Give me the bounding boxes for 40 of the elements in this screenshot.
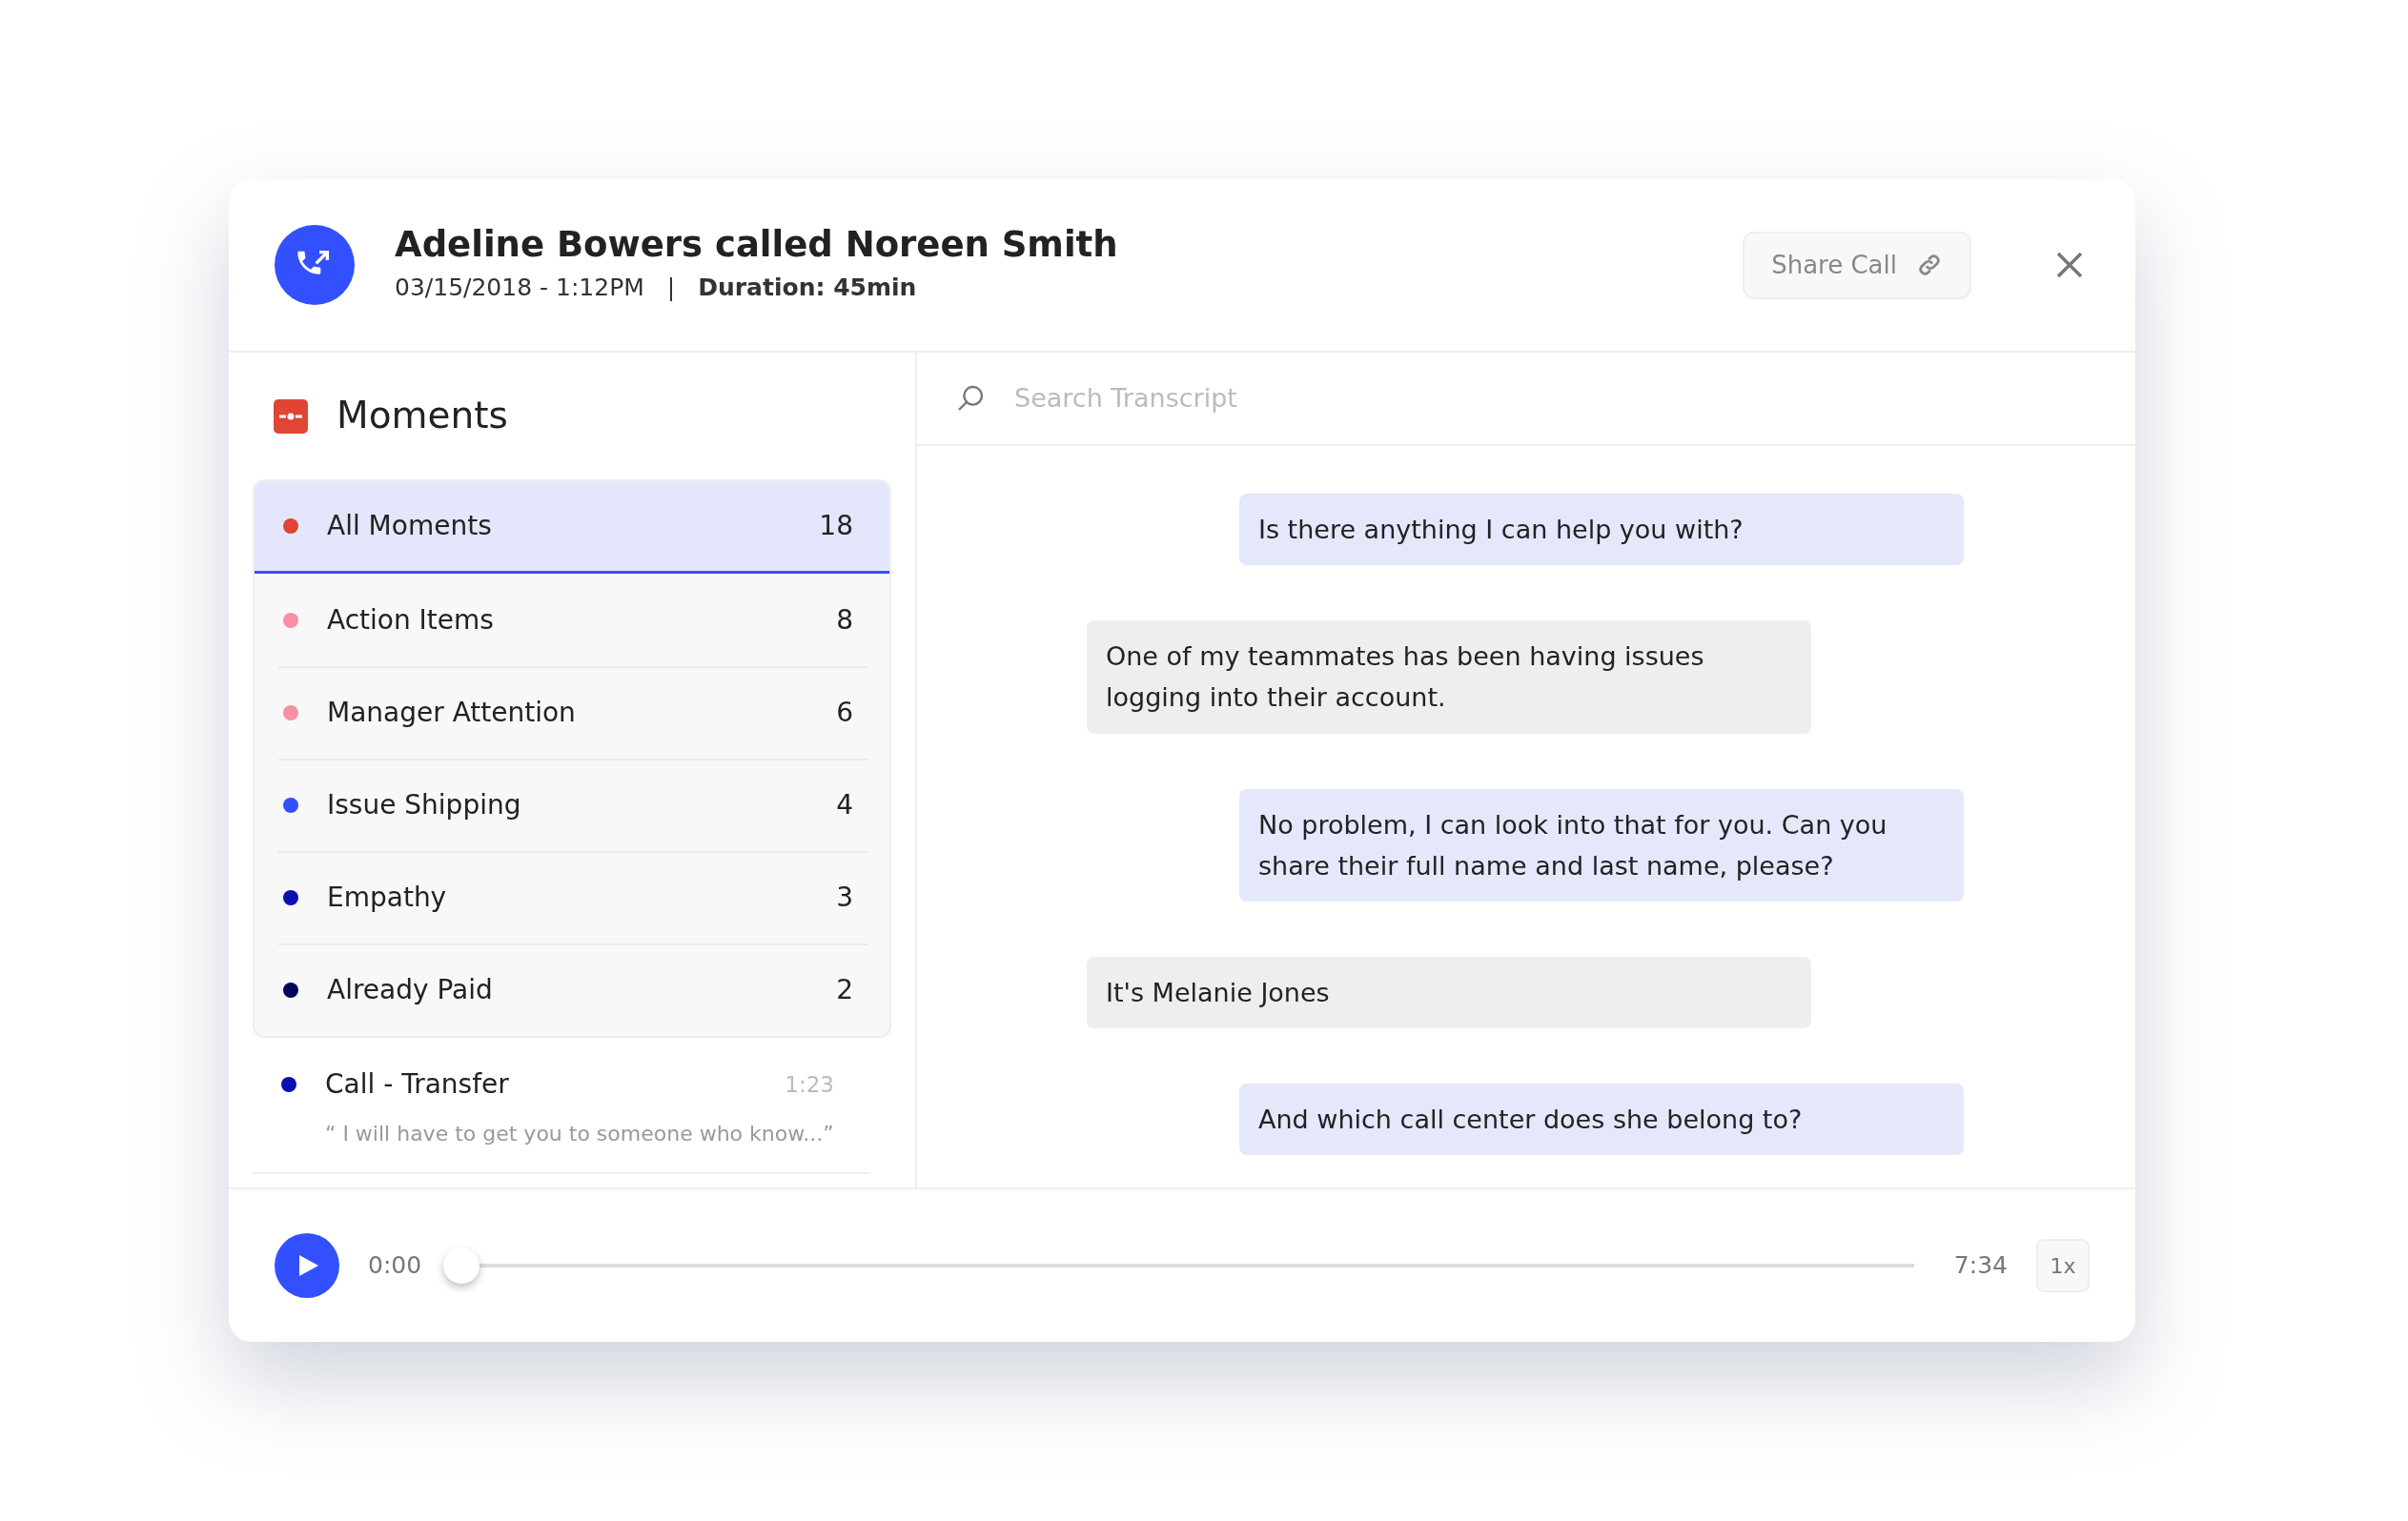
message-bubble: Is there anything I can help you with?: [1239, 494, 1964, 566]
total-time: 7:34: [1953, 1250, 2008, 1282]
moments-icon: [274, 398, 308, 434]
moment-count: 3: [836, 880, 853, 915]
moment-label: All Moments: [327, 509, 493, 543]
clip-label: Call - Transfer: [325, 1067, 510, 1102]
message-bubble: No problem, I can look into that for you. Can you share their full name and last name, please?: [1239, 788, 1964, 902]
moment-item[interactable]: Action Items 8: [255, 574, 889, 666]
play-icon: [297, 1253, 320, 1278]
clip-item[interactable]: Call - Transfer 1:23 “ I will have to get you to someone who know...”: [253, 1038, 870, 1174]
moment-label: Action Items: [327, 602, 495, 638]
message-bubble: One of my teammates has been having issues logging into their account.: [1087, 620, 1811, 734]
moment-item[interactable]: Already Paid 2: [255, 943, 889, 1036]
clip-time: 1:23: [785, 1070, 834, 1099]
search-field[interactable]: Search Transcript: [1012, 377, 2097, 419]
moment-count: 8: [836, 602, 853, 638]
message-bubble: It's Melanie Jones: [1087, 956, 1811, 1029]
panel-title: Moments: [337, 393, 508, 439]
moment-label: Already Paid: [327, 972, 494, 1007]
message-bubble: And which call center does she belong to?: [1239, 1084, 1964, 1156]
moment-item[interactable]: All Moments 18: [255, 481, 889, 574]
call-title: Adeline Bowers called Noreen Smith: [395, 224, 1119, 267]
progress-thumb[interactable]: [443, 1247, 480, 1284]
moment-label: Issue Shipping: [327, 787, 522, 822]
link-icon: [1916, 252, 1943, 278]
moment-item[interactable]: Empathy 3: [255, 851, 889, 943]
clip-quote: “ I will have to get you to someone who know...”: [325, 1121, 834, 1147]
separator: |: [666, 273, 676, 304]
current-time: 0:00: [368, 1250, 422, 1282]
moment-item[interactable]: Manager Attention 6: [255, 666, 889, 759]
call-datetime: 03/15/2018 - 1:12PM: [395, 273, 644, 304]
moment-item[interactable]: Issue Shipping 4: [255, 759, 889, 851]
moment-count: 2: [836, 972, 853, 1007]
moment-label: Manager Attention: [327, 695, 577, 730]
moment-count: 4: [836, 787, 853, 822]
speed-button[interactable]: 1x: [2036, 1239, 2090, 1292]
call-duration: Duration: 45min: [698, 273, 917, 304]
moment-count: 6: [836, 695, 853, 730]
moment-count: 18: [819, 509, 853, 543]
moment-label: Empathy: [327, 880, 448, 915]
